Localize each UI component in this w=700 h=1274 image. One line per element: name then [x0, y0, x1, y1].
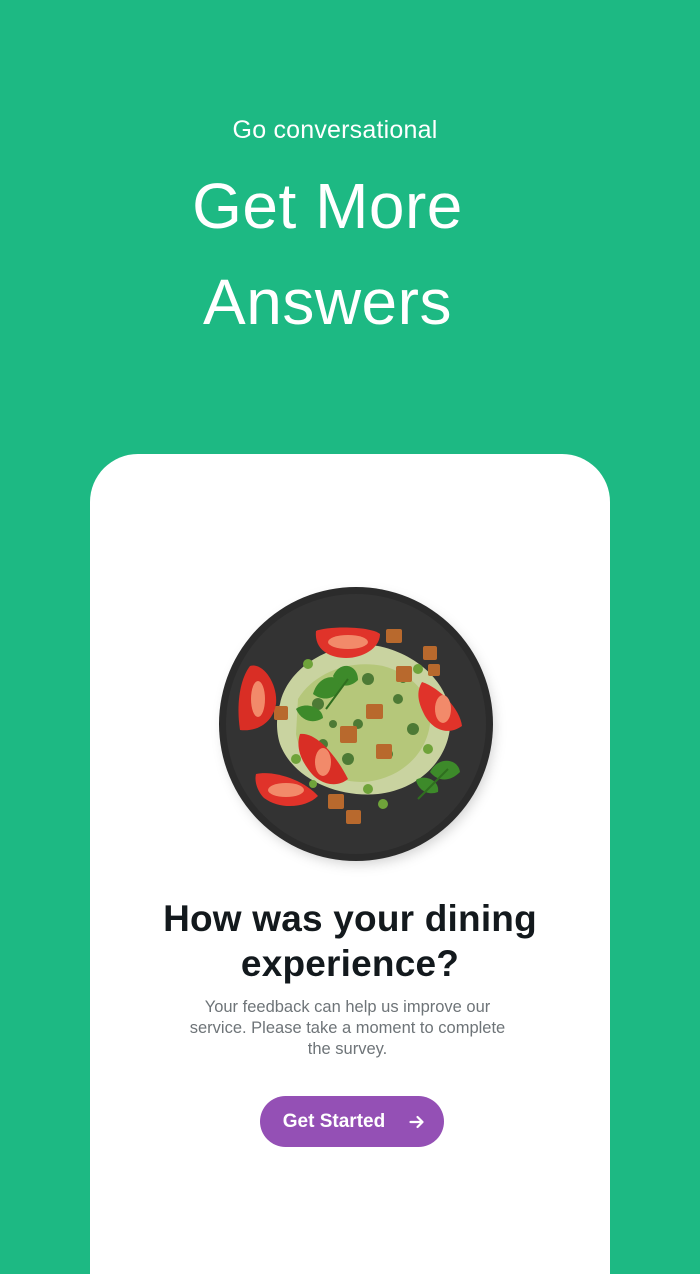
- get-started-button[interactable]: Get Started: [260, 1096, 444, 1147]
- salad-plate-illustration: [219, 587, 493, 861]
- hero-headline: Get More Answers: [0, 158, 655, 350]
- arrow-right-icon: [409, 1114, 425, 1130]
- survey-question: How was your dining experience?: [90, 896, 610, 986]
- survey-card: How was your dining experience? Your fee…: [90, 454, 610, 1274]
- survey-question-line-2: experience?: [240, 943, 460, 984]
- hero-headline-line-1: Get More: [192, 170, 463, 242]
- hero-eyebrow: Go conversational: [232, 116, 438, 144]
- survey-description: Your feedback can help us improve our se…: [189, 998, 506, 1058]
- hero-headline-line-2: Answers: [203, 266, 452, 338]
- get-started-label: Get Started: [282, 1110, 386, 1132]
- survey-question-line-1: How was your dining: [163, 898, 537, 939]
- food-plate-image: [218, 584, 498, 864]
